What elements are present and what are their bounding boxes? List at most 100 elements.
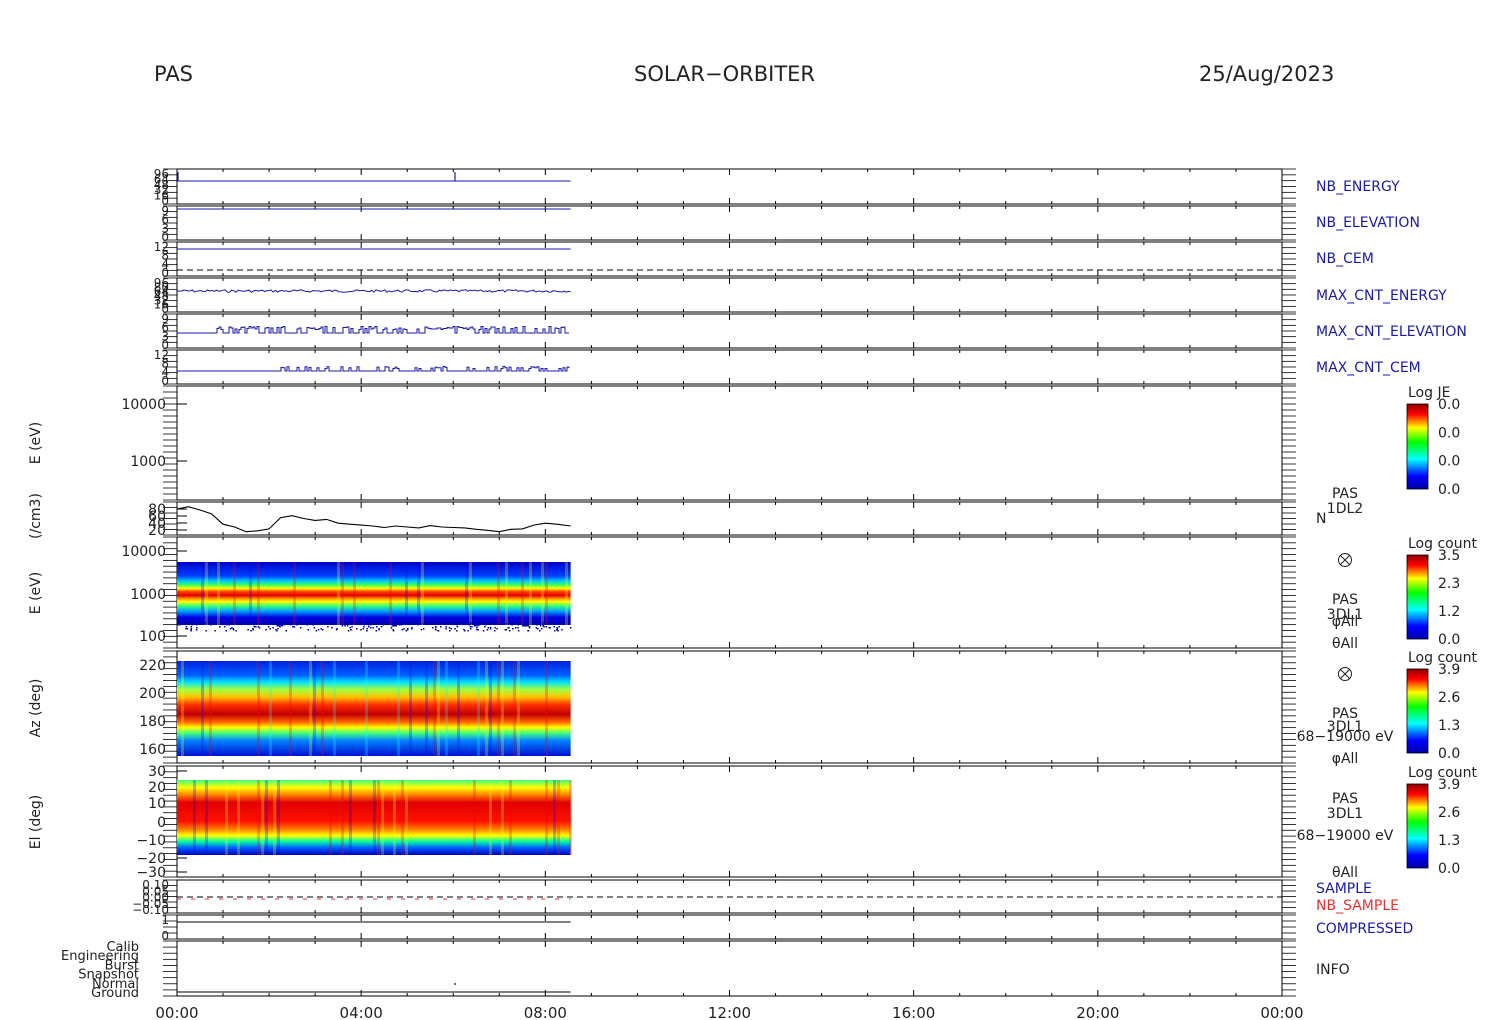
energy-noise-dot: [440, 626, 442, 628]
energy-noise-dot: [536, 628, 539, 630]
energy-noise-dot: [204, 622, 207, 624]
energy-noise-dot: [195, 624, 198, 626]
strip-label-max_cnt_elevation: MAX_CNT_ELEVATION: [1316, 324, 1467, 340]
energy-je-colorbar-tick: 0.0: [1438, 397, 1460, 413]
energy-noise-dot: [317, 629, 320, 631]
energy-noise-dot: [191, 624, 193, 626]
energy-noise-dot: [306, 624, 308, 626]
azimuth-tick-label: 220: [139, 658, 166, 674]
strip-label-max_cnt_cem: MAX_CNT_CEM: [1316, 360, 1421, 376]
energy-streak: [353, 562, 356, 625]
azimuth-streak: [489, 661, 492, 756]
energy-noise-dot: [467, 630, 469, 632]
energy-noise-dot: [448, 622, 451, 624]
energy-noise-dot: [327, 626, 329, 628]
strip-label-compressed: COMPRESSED: [1316, 921, 1413, 937]
energy-noise-dot: [331, 623, 333, 625]
energy-noise-dot: [491, 622, 493, 624]
energy-streak: [341, 562, 344, 625]
energy-noise-dot: [559, 623, 561, 625]
energy-noise-dot: [492, 623, 495, 625]
elevation-streak: [377, 780, 380, 855]
density-tick-label: 20: [148, 523, 166, 539]
elevation-streak: [473, 780, 476, 855]
energy-noise-dot: [177, 624, 179, 626]
energy-noise-dot: [346, 623, 348, 625]
energy-noise-dot: [454, 628, 456, 630]
energy-je-colorbar: [1406, 403, 1429, 490]
energy-noise-dot: [431, 623, 434, 625]
energy-noise-dot: [250, 630, 252, 632]
energy-noise-dot: [477, 625, 479, 627]
energy-noise-dot: [315, 630, 317, 632]
azimuth-tick-label: 180: [139, 714, 166, 730]
energy-noise-dot: [517, 627, 519, 629]
energy-noise-dot: [320, 628, 322, 630]
energy-noise-dot: [285, 630, 287, 632]
energy-streak: [205, 562, 208, 625]
energy-streak: [505, 562, 508, 625]
azimuth-streak: [321, 661, 324, 756]
energy-noise-dot: [554, 630, 556, 632]
energy-noise-dot: [510, 622, 512, 624]
panel-frame-energy_je: [176, 385, 1283, 501]
x-tick-label: 08:00: [524, 1004, 567, 1020]
azimuth-streak: [257, 661, 260, 756]
energy-noise-dot: [420, 629, 423, 631]
elevation-side-label: 68−19000 eV: [1297, 828, 1394, 844]
energy-noise-dot: [405, 630, 407, 632]
energy-noise-dot: [375, 630, 377, 632]
energy-streak: [217, 562, 220, 625]
azimuth-streak: [409, 661, 412, 756]
energy-noise-dot: [190, 626, 192, 628]
density-ylabel: (/cm3): [28, 493, 44, 539]
energy-noise-dot: [527, 625, 529, 627]
azimuth-streak: [181, 661, 184, 756]
energy-noise-dot: [508, 623, 510, 625]
energy-streak: [529, 562, 532, 625]
elevation-streak: [501, 780, 504, 855]
x-tick-label: 20:00: [1076, 1004, 1119, 1020]
energy-noise-dot: [376, 626, 378, 628]
energy-je-ylabel: E (eV): [28, 422, 44, 464]
energy-noise-dot: [553, 626, 555, 628]
elevation-streak: [401, 780, 404, 855]
energy-noise-dot: [368, 626, 370, 628]
energy-noise-dot: [205, 630, 207, 632]
energy-je-colorbar-tick: 0.0: [1438, 425, 1460, 441]
energy-noise-dot: [214, 630, 216, 632]
energy-noise-dot: [293, 626, 296, 628]
energy-noise-dot: [478, 624, 481, 626]
elevation-streak: [489, 780, 492, 855]
energy-noise-dot: [496, 628, 498, 630]
energy-noise-dot: [534, 622, 536, 624]
energy-noise-dot: [292, 626, 294, 628]
energy-noise-dot: [458, 623, 461, 625]
elevation-streak: [373, 780, 376, 855]
energy-noise-dot: [195, 629, 198, 631]
azimuth-streak: [437, 661, 440, 756]
energy-noise-dot: [290, 624, 292, 626]
energy-count-colorbar-tick: 1.2: [1438, 604, 1460, 620]
energy-noise-dot: [395, 625, 397, 627]
elevation-tick-label: 30: [148, 764, 166, 780]
elevation-tick-label: 10: [148, 796, 166, 812]
elevation-streak: [277, 780, 280, 855]
energy-noise-dot: [390, 627, 393, 629]
elevation-streak: [237, 780, 240, 855]
elevation-side-label: 3DL1: [1327, 806, 1363, 822]
energy-streak: [545, 562, 548, 625]
energy-count-colorbar-tick: 2.3: [1438, 576, 1460, 592]
energy-noise-dot: [411, 628, 413, 630]
energy-streak: [201, 562, 204, 625]
energy-count-tick-label: 1000: [130, 587, 166, 603]
energy-noise-dot: [445, 626, 447, 628]
energy-noise-dot: [456, 624, 458, 626]
energy-noise-dot: [378, 629, 380, 631]
plot-canvas: 9664483216096301284096806448321609630128…: [28, 167, 1477, 1020]
energy-noise-dot: [299, 623, 302, 625]
density-series-line: [176, 506, 571, 533]
energy-streak: [293, 562, 296, 625]
energy-noise-dot: [405, 622, 407, 624]
azimuth-streak: [517, 661, 520, 756]
